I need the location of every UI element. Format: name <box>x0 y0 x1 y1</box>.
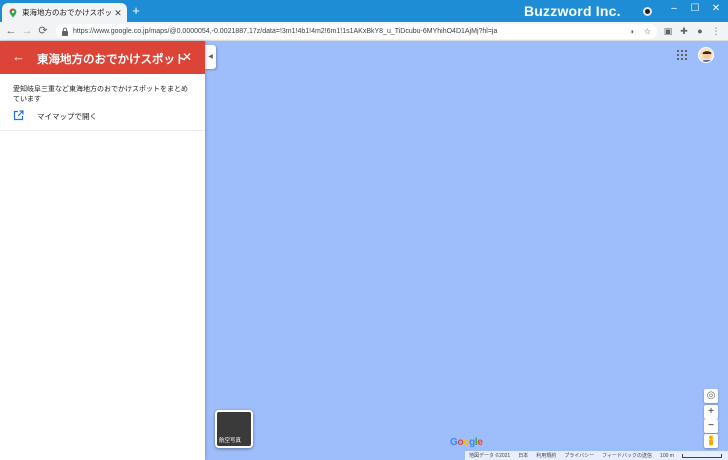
puzzle-icon[interactable]: ✚ <box>678 25 690 37</box>
google-logo: Google <box>450 437 483 448</box>
scale-label[interactable]: 100 m <box>660 453 674 459</box>
map-canvas[interactable] <box>205 41 728 460</box>
apps-grid-icon[interactable] <box>677 50 687 60</box>
maximize-icon[interactable]: ☐ <box>686 2 704 16</box>
close-icon[interactable]: ✕ <box>181 50 193 64</box>
tab-title: 東海地方のおでかけスポット - Goog <box>22 8 113 17</box>
brand-label: Buzzword Inc. <box>524 3 621 19</box>
plus-icon[interactable]: + <box>130 4 142 17</box>
window-close-icon[interactable]: ✕ <box>707 2 725 16</box>
browser-tab[interactable]: 東海地方のおでかけスポット - Goog ✕ <box>2 3 127 22</box>
address-bar[interactable]: https://www.google.co.jp/maps/@0.0000054… <box>56 24 657 39</box>
url-text: https://www.google.co.jp/maps/@0.0000054… <box>73 28 498 35</box>
person-icon[interactable]: ● <box>694 25 706 37</box>
panel-header: ← 東海地方のおでかけスポット ✕ <box>0 41 205 74</box>
terms-link[interactable]: 利用規約 <box>536 452 556 459</box>
open-in-mymaps-link[interactable]: マイマップで開く <box>0 105 205 129</box>
maps-pin-icon <box>9 8 17 17</box>
scale-bar <box>681 453 722 458</box>
page-title: 東海地方のおでかけスポット <box>37 54 187 66</box>
profile-indicator-icon[interactable] <box>643 7 652 16</box>
arrow-left-icon[interactable]: ← <box>12 50 26 64</box>
close-icon[interactable]: ✕ <box>113 8 123 18</box>
kebab-menu-icon[interactable]: ⋮ <box>710 25 722 37</box>
arrow-left-icon[interactable]: ← <box>4 24 18 38</box>
my-location-icon[interactable]: ◎ <box>704 389 718 403</box>
divider <box>0 130 205 131</box>
feedback-link[interactable]: フィードバックの送信 <box>602 452 652 459</box>
open-in-mymaps-label: マイマップで開く <box>37 112 97 121</box>
star-icon[interactable]: ☆ <box>642 26 653 37</box>
map-description: 愛知岐阜三重など東海地方のおでかけスポットをまとめています <box>13 86 188 103</box>
map-data-credit: 地図データ ©2021 <box>469 453 511 459</box>
satellite-layer-button[interactable]: 航空写真 <box>215 410 253 448</box>
minimize-icon[interactable]: – <box>665 2 683 16</box>
browser-toolbar: ← → ⟳ https://www.google.co.jp/maps/@0.0… <box>0 22 728 41</box>
collapse-panel-button[interactable]: ◀ <box>205 45 216 69</box>
browser-titlebar: 東海地方のおでかけスポット - Goog ✕ + Buzzword Inc. –… <box>0 0 728 22</box>
zoom-in-button[interactable]: + <box>704 405 718 419</box>
open-in-new-icon <box>13 110 24 121</box>
extension-icon[interactable]: ▣ <box>662 25 674 37</box>
zoom-out-button[interactable]: − <box>704 419 718 433</box>
avatar[interactable] <box>698 47 714 63</box>
pegman-icon[interactable] <box>704 434 718 448</box>
country-link[interactable]: 日本 <box>518 452 528 459</box>
translate-icon[interactable]: ◑ <box>626 26 637 37</box>
privacy-link[interactable]: プライバシー <box>564 452 594 459</box>
reload-icon[interactable]: ⟳ <box>36 24 50 38</box>
arrow-right-icon[interactable]: → <box>20 24 34 38</box>
map-footer: 地図データ ©2021 日本 利用規約 プライバシー フィードバックの送信 10… <box>465 451 728 460</box>
layer-label: 航空写真 <box>219 438 242 444</box>
mymaps-side-panel: ← 東海地方のおでかけスポット ✕ 愛知岐阜三重など東海地方のおでかけスポットを… <box>0 41 205 460</box>
lock-icon <box>62 27 68 36</box>
